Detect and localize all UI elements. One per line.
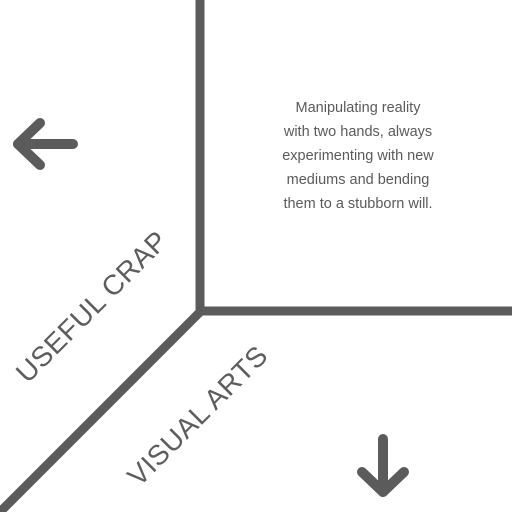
description-text: Manipulating reality with two hands, alw… (258, 96, 458, 216)
description-line: Manipulating reality (295, 100, 421, 116)
page: Manipulating reality with two hands, alw… (0, 0, 512, 512)
description-line: them to a stubborn will. (283, 196, 433, 212)
diagonal-divider (0, 305, 207, 512)
arrow-down-icon[interactable] (354, 432, 412, 500)
description-line: with two hands, always (283, 124, 433, 140)
arrow-left-icon[interactable] (10, 116, 80, 172)
description-line: mediums and bending (286, 172, 430, 188)
description-line: experimenting with new (282, 148, 434, 164)
divider-lines (0, 0, 512, 512)
